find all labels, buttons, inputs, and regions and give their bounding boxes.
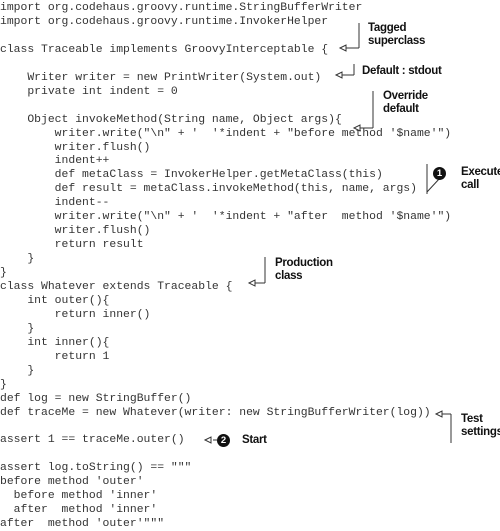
- annotation-production-class: Production class: [275, 257, 333, 282]
- callout-2-badge: 2: [217, 434, 230, 447]
- production-class-connector: [247, 257, 266, 287]
- start-connector: [203, 436, 217, 444]
- annotation-start: Start: [242, 434, 267, 446]
- annotation-tagged-superclass: Tagged superclass: [368, 22, 426, 47]
- tagged-superclass-connector: [338, 23, 360, 52]
- callout-1-badge: 1: [433, 167, 446, 180]
- annotation-execute-call: Execute call: [461, 166, 500, 191]
- default-stdout-connector: [334, 64, 355, 79]
- test-settings-connector: [434, 410, 452, 443]
- annotation-override-default: Override default: [383, 90, 428, 115]
- annotation-connectors: [203, 23, 452, 444]
- annotation-default-stdout: Default : stdout: [362, 65, 442, 77]
- override-default-connector: [352, 91, 374, 132]
- annotation-test-settings: Test settings: [461, 413, 500, 438]
